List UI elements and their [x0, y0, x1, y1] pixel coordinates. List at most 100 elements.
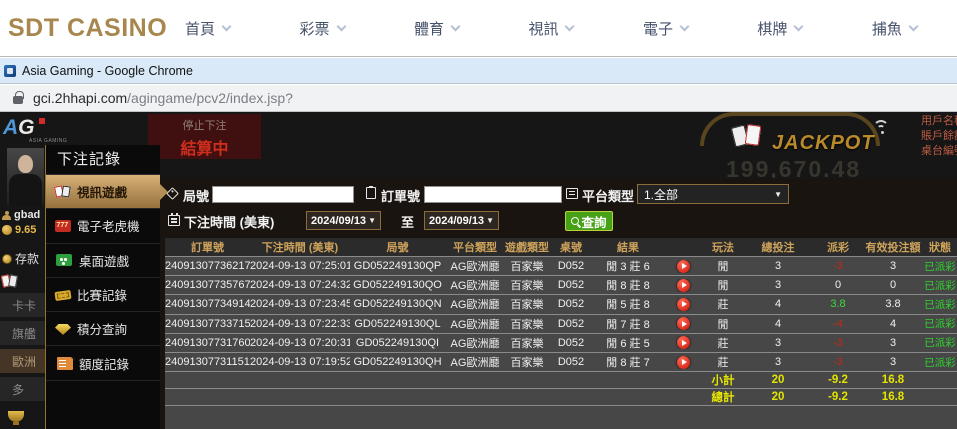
cell-time: 2024-09-13 07:22:33	[250, 318, 350, 330]
cell-result: 閒 8 莊 8	[593, 277, 663, 293]
table-header-cell: 總投注	[743, 239, 813, 255]
cell-status: 已派彩	[923, 355, 957, 370]
sidebar-item[interactable]: 視訊遊戲	[46, 175, 160, 209]
search-button[interactable]: 查詢	[565, 211, 613, 231]
lobby-tab[interactable]: 歐洲	[0, 349, 45, 373]
ag-logo: AG ASIA GAMING	[3, 116, 59, 146]
sidebar-item[interactable]: 比賽記錄	[46, 278, 160, 312]
cell-payout: -3	[813, 337, 863, 349]
lobby-tab[interactable]: 旗艦	[0, 321, 45, 345]
sidebar-item[interactable]: 桌面遊戲	[46, 244, 160, 278]
nav-item[interactable]: 首頁	[185, 18, 230, 39]
search-icon	[571, 217, 579, 225]
empty-table-row	[165, 405, 957, 429]
table-header-row: 訂單號下注時間 (美東)局號平台類型遊戲類型桌號結果玩法總投注派彩有效投注額狀態	[165, 238, 957, 256]
table-header-cell: 訂單號	[165, 239, 250, 255]
cell-platform: AG歐洲廳	[445, 354, 505, 370]
cell-game-type: 百家樂	[505, 296, 549, 312]
lobby-tab[interactable]: 多	[0, 377, 45, 401]
ag-logo-g: G	[18, 116, 34, 139]
lobby-tab-label: 卡卡	[12, 297, 36, 314]
nav-item[interactable]: 彩票	[299, 18, 344, 39]
cell-valid-bet: 3	[863, 337, 923, 349]
nav-item-label: 體育	[414, 18, 444, 39]
subtotal-row: 小計 20 -9.2 16.8	[165, 371, 957, 388]
cell-replay	[663, 336, 703, 349]
cell-order: 240913077362173	[165, 260, 250, 272]
sidebar-item[interactable]: 積分查詢	[46, 312, 160, 346]
cell-replay	[663, 260, 703, 273]
cell-status: 已派彩	[923, 316, 957, 331]
round-input[interactable]	[212, 186, 354, 203]
nav-item[interactable]: 視訊	[528, 18, 573, 39]
table-row: 240913077337159 2024-09-13 07:22:33 GD05…	[165, 314, 957, 333]
cell-table-no: D052	[549, 260, 593, 272]
date-from-select[interactable]: 2024/09/13 ▼	[306, 211, 381, 230]
table-header-cell: 派彩	[813, 239, 863, 255]
select-arrow-icon: ▼	[368, 216, 376, 225]
cell-round: GD052249130QP	[350, 260, 445, 272]
url-host: gci.2hhapi.com	[33, 90, 127, 106]
cell-result: 閒 6 莊 5	[593, 335, 663, 351]
table-header-cell: 下注時間 (美東)	[250, 239, 350, 255]
nav-item[interactable]: 電子	[643, 18, 688, 39]
chrome-titlebar[interactable]: Asia Gaming - Google Chrome	[0, 58, 957, 84]
cell-total-bet: 3	[743, 260, 813, 272]
order-input[interactable]	[424, 186, 562, 203]
cell-status: 已派彩	[923, 335, 957, 350]
cell-platform: AG歐洲廳	[445, 258, 505, 274]
cell-replay	[663, 356, 703, 369]
cell-valid-bet: 3	[863, 260, 923, 272]
page-favicon	[4, 65, 16, 77]
platform-select-value: 1.全部	[644, 186, 678, 203]
replay-play-button[interactable]	[677, 336, 690, 349]
money-bag-icon	[2, 225, 12, 235]
subtotal-label: 小計	[703, 372, 743, 388]
date-to-select[interactable]: 2024/09/13 ▼	[424, 211, 499, 230]
cell-table-no: D052	[549, 298, 593, 310]
sidebar-item[interactable]: 電子老虎機	[46, 209, 160, 243]
lock-icon[interactable]	[13, 96, 23, 104]
url-text[interactable]: gci.2hhapi.com/agingame/pcv2/index.jsp?	[33, 90, 293, 106]
deposit-label[interactable]: 存款	[15, 250, 39, 267]
cell-payout: -3	[813, 260, 863, 272]
settling-label: 結算中	[148, 135, 261, 159]
cell-time: 2024-09-13 07:25:01	[250, 260, 350, 272]
replay-play-button[interactable]	[677, 260, 690, 273]
wifi-icon	[872, 120, 892, 136]
lobby-tab[interactable]: 卡卡	[0, 293, 45, 317]
cell-game-type: 百家樂	[505, 335, 549, 351]
ag-logo-a: A	[3, 116, 18, 139]
site-logo[interactable]: SDT CASINO	[8, 14, 167, 43]
nav-item[interactable]: 捕魚	[872, 18, 917, 39]
nav-item-label: 首頁	[185, 18, 215, 39]
cell-result: 閒 8 莊 7	[593, 354, 663, 370]
nav-item[interactable]: 棋牌	[757, 18, 802, 39]
search-button-label: 查詢	[581, 212, 606, 231]
lobby-tab-label: 旗艦	[12, 325, 36, 342]
cell-game-type: 百家樂	[505, 277, 549, 293]
cell-status: 已派彩	[923, 259, 957, 274]
cell-play-type: 閒	[703, 258, 743, 274]
table-row: 240913077357678 2024-09-13 07:24:32 GD05…	[165, 275, 957, 294]
replay-play-button[interactable]	[677, 356, 690, 369]
table-header-cell: 有效投注額	[863, 239, 923, 255]
round-label: 局號	[183, 186, 209, 205]
lobby-side-tabs: 卡卡旗艦歐洲多	[0, 293, 45, 401]
cell-status: 已派彩	[923, 297, 957, 312]
cell-valid-bet: 3.8	[863, 298, 923, 310]
nav-item-label: 彩票	[299, 18, 329, 39]
platform-select[interactable]: 1.全部 ▼	[637, 184, 789, 204]
nav-item[interactable]: 體育	[414, 18, 459, 39]
screen: SDT CASINO 首頁 彩票 體育 視訊 電子	[0, 0, 957, 429]
cell-order: 240913077337159	[165, 318, 250, 330]
cell-order: 240913077317607	[165, 337, 250, 349]
replay-play-button[interactable]	[677, 279, 690, 292]
replay-play-button[interactable]	[677, 317, 690, 330]
jackpot-label: JACKPOT	[772, 132, 875, 155]
replay-play-button[interactable]	[677, 298, 690, 311]
sidebar-item[interactable]: 額度記錄	[46, 346, 160, 380]
chrome-urlbar[interactable]: gci.2hhapi.com/agingame/pcv2/index.jsp?	[0, 85, 957, 112]
game-area: AG ASIA GAMING gbad 9.65 存款 卡卡旗艦歐洲多 停止下注…	[0, 112, 957, 429]
cell-round: GD052249130QL	[350, 318, 445, 330]
